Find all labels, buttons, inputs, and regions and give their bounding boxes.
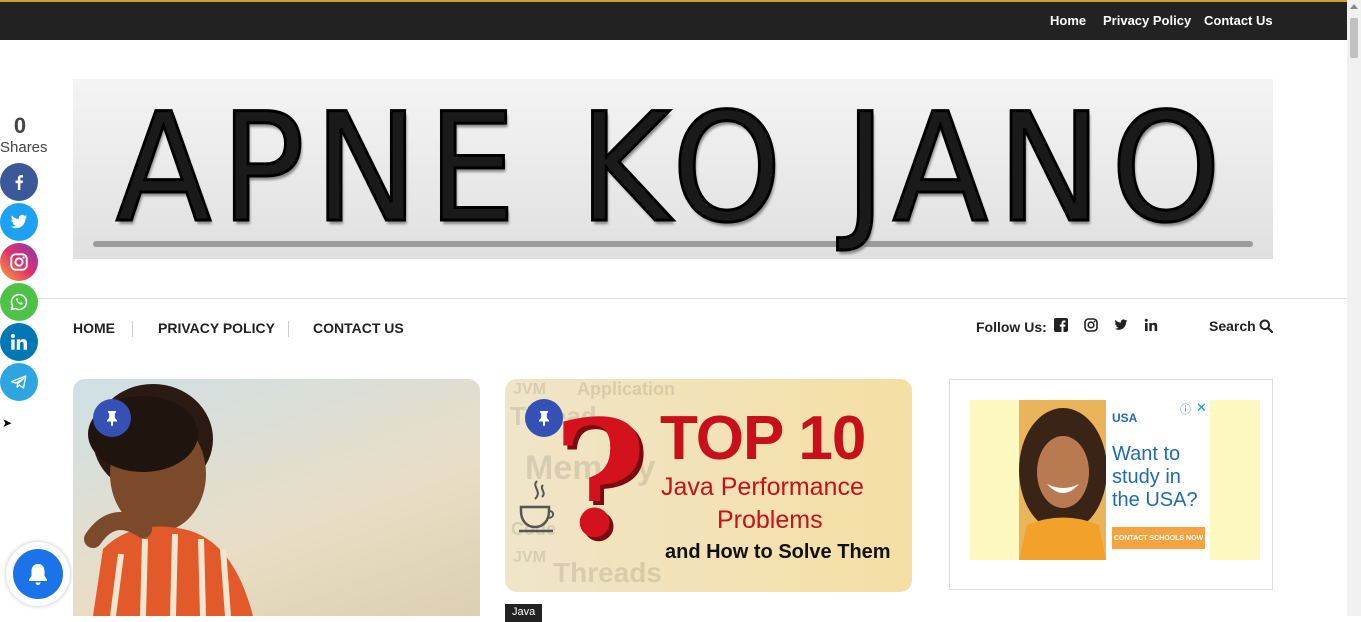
- question-mark-graphic: ?: [553, 385, 647, 573]
- ad-cta-button[interactable]: CONTACT SCHOOLS NOW: [1112, 527, 1205, 549]
- search-icon: [1259, 319, 1273, 333]
- bell-icon: [29, 564, 47, 585]
- pin-icon: [539, 411, 549, 426]
- boy-illustration: [84, 384, 253, 616]
- top-bar: Home Privacy Policy Contact Us: [0, 0, 1347, 40]
- nav-item-contact-us[interactable]: CONTACT US: [313, 320, 404, 336]
- top-link-home[interactable]: Home: [1050, 13, 1086, 28]
- search-button[interactable]: Search: [1209, 318, 1273, 334]
- twitter-icon[interactable]: [1114, 318, 1128, 332]
- share-facebook-button[interactable]: [0, 163, 38, 201]
- share-twitter-button[interactable]: [0, 203, 38, 241]
- share-telegram-button[interactable]: [0, 363, 38, 401]
- scroll-up-arrow-icon[interactable]: [1350, 4, 1358, 9]
- ad-close-icon[interactable]: ✕: [1196, 400, 1207, 416]
- scrollbar-thumb[interactable]: [1350, 18, 1358, 58]
- post-2-overlay-line2: Problems: [717, 506, 823, 534]
- post-2-overlay-line1: Java Performance: [661, 473, 864, 501]
- instagram-icon: [10, 253, 28, 271]
- top-link-privacy-policy[interactable]: Privacy Policy: [1103, 13, 1191, 28]
- ad-headline: Want to study in the USA?: [1112, 443, 1198, 511]
- java-cup-icon: [519, 480, 555, 533]
- notification-bell-circle: [13, 549, 63, 599]
- nav-item-privacy-policy[interactable]: PRIVACY POLICY: [158, 320, 275, 336]
- pinned-badge: [93, 399, 131, 437]
- nav-item-home[interactable]: HOME: [73, 320, 115, 336]
- share-count: 0 Shares: [0, 113, 48, 156]
- post-2-overlay-title: TOP 10: [660, 404, 866, 473]
- post-card-1-image[interactable]: [73, 379, 480, 616]
- facebook-icon[interactable]: [1054, 318, 1068, 332]
- share-count-number: 0: [13, 113, 27, 138]
- share-whatsapp-button[interactable]: [0, 283, 38, 321]
- ad-photo[interactable]: [1019, 400, 1106, 560]
- share-count-label: Shares: [0, 139, 48, 156]
- facebook-icon: [15, 175, 23, 190]
- post-2-overlay-line3: and How to Solve Them: [665, 541, 891, 563]
- pin-icon: [107, 411, 117, 426]
- twitter-icon: [10, 214, 28, 229]
- whatsapp-icon: [10, 293, 28, 311]
- notification-bell-button[interactable]: [6, 542, 70, 606]
- nav-separator: [288, 321, 289, 337]
- post-card-2-image[interactable]: JVM Application Thread Memory Code JVM T…: [505, 379, 912, 592]
- ad-info-icon[interactable]: ⓘ: [1180, 401, 1191, 417]
- ad-brand: USA: [1112, 411, 1138, 425]
- follow-us-label: Follow Us:: [976, 319, 1047, 335]
- smiling-woman-photo: [1019, 400, 1106, 560]
- linkedin-icon: [11, 334, 27, 350]
- share-linkedin-button[interactable]: [0, 323, 38, 361]
- site-logo-text: APNE KO JANO: [114, 81, 1231, 258]
- share-toggle-icon[interactable]: ➤: [2, 416, 12, 430]
- site-banner[interactable]: APNE KO JANO: [73, 79, 1273, 259]
- top-link-contact-us[interactable]: Contact Us: [1204, 13, 1273, 28]
- bg-word-jvm-2: JVM: [513, 549, 546, 566]
- nav-separator: [132, 321, 133, 337]
- bg-word-jvm: JVM: [513, 381, 546, 398]
- header-divider: [0, 298, 1347, 299]
- search-label: Search: [1209, 318, 1256, 334]
- scrollbar[interactable]: [1347, 0, 1361, 616]
- telegram-icon: [10, 375, 27, 389]
- instagram-icon[interactable]: [1084, 318, 1098, 332]
- category-tag[interactable]: Java: [505, 604, 543, 622]
- pinned-badge: [525, 399, 563, 437]
- share-instagram-button[interactable]: [0, 243, 38, 281]
- linkedin-icon[interactable]: [1144, 318, 1158, 332]
